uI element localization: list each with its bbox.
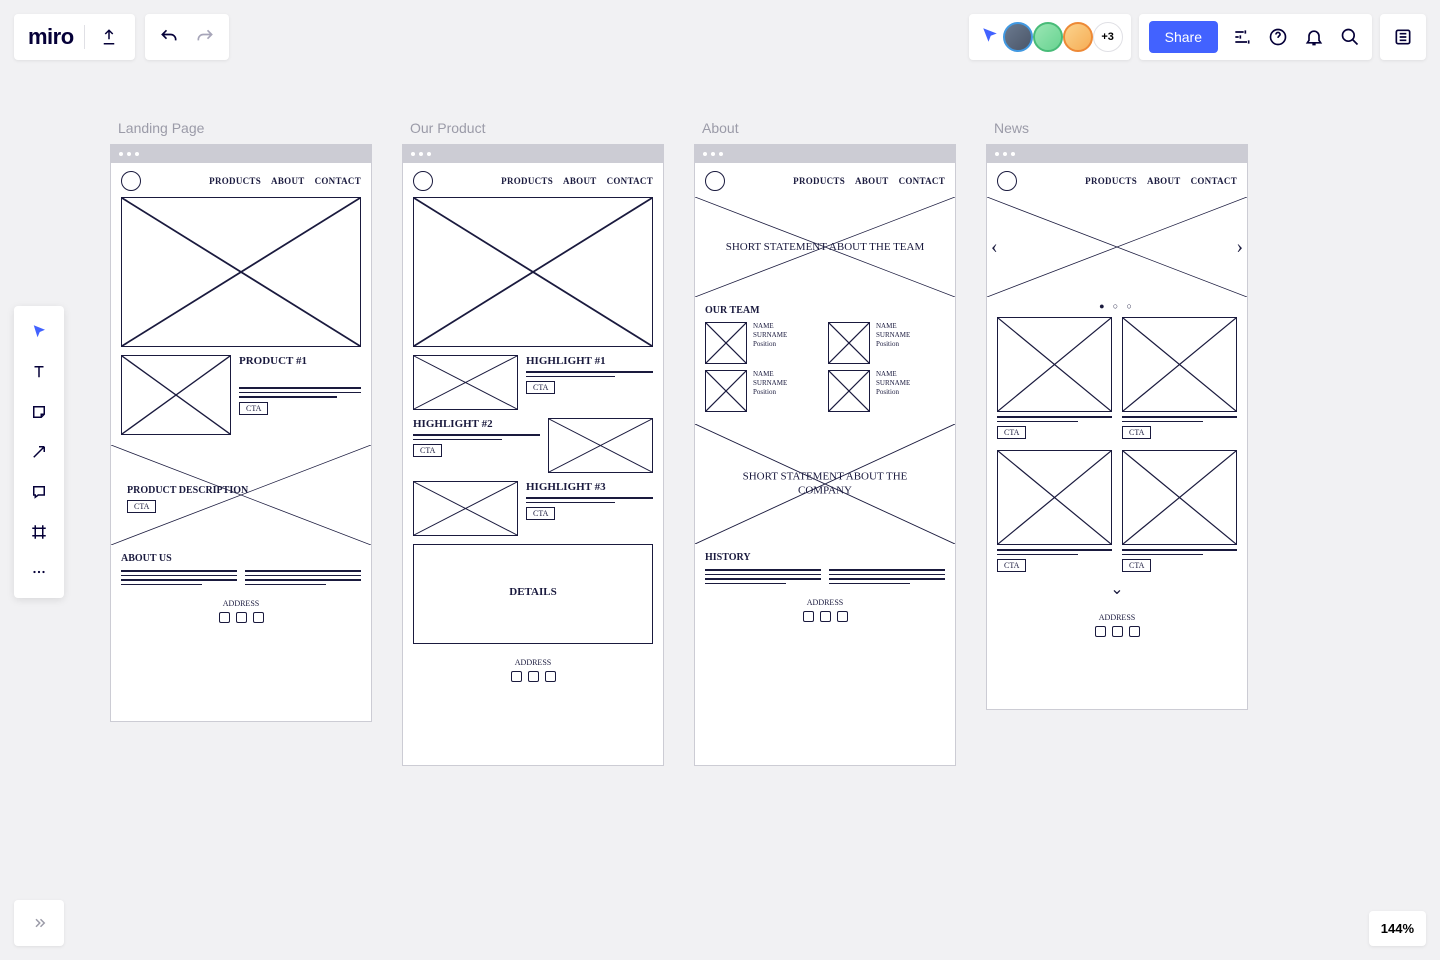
- undo-icon[interactable]: [159, 27, 179, 47]
- expand-toolbar-button[interactable]: [14, 900, 64, 946]
- text-tool[interactable]: [14, 352, 64, 392]
- frame-tool[interactable]: [14, 512, 64, 552]
- frame-about[interactable]: PRODUCTSABOUTCONTACT SHORT STATEMENT ABO…: [694, 144, 956, 766]
- notifications-icon[interactable]: [1302, 25, 1326, 49]
- frame-landing[interactable]: PRODUCTSABOUTCONTACT PRODUCT #1 CTA PROD…: [110, 144, 372, 722]
- zoom-level[interactable]: 144%: [1369, 911, 1426, 946]
- share-button[interactable]: Share: [1149, 21, 1218, 53]
- frame-label[interactable]: Our Product: [402, 120, 664, 136]
- share-box: Share: [1139, 14, 1372, 60]
- redo-icon[interactable]: [195, 27, 215, 47]
- avatar[interactable]: [1063, 22, 1093, 52]
- comment-tool[interactable]: [14, 472, 64, 512]
- more-tools[interactable]: [14, 552, 64, 592]
- frame-titlebar: [111, 145, 371, 163]
- search-icon[interactable]: [1338, 25, 1362, 49]
- logo-box: miro: [14, 14, 135, 60]
- collaborators-box: +3: [969, 14, 1131, 60]
- canvas[interactable]: Landing Page PRODUCTSABOUTCONTACT PRODUC…: [110, 120, 1360, 766]
- arrow-tool[interactable]: [14, 432, 64, 472]
- avatar-more-count[interactable]: +3: [1093, 22, 1123, 52]
- frame-label[interactable]: News: [986, 120, 1248, 136]
- frame-titlebar: [987, 145, 1247, 163]
- help-icon[interactable]: [1266, 25, 1290, 49]
- sticky-note-tool[interactable]: [14, 392, 64, 432]
- undo-redo-box: [145, 14, 229, 60]
- cursor-follow-icon[interactable]: [981, 26, 999, 49]
- frame-label[interactable]: Landing Page: [110, 120, 372, 136]
- divider: [84, 25, 85, 49]
- frame-product[interactable]: PRODUCTSABOUTCONTACT HIGHLIGHT #1 CTA HI…: [402, 144, 664, 766]
- frame-news[interactable]: PRODUCTSABOUTCONTACT ‹ › ● ○ ○ CTA: [986, 144, 1248, 710]
- avatar[interactable]: [1033, 22, 1063, 52]
- left-toolbar: [14, 306, 64, 598]
- export-icon[interactable]: [97, 25, 121, 49]
- avatar[interactable]: [1003, 22, 1033, 52]
- settings-icon[interactable]: [1230, 25, 1254, 49]
- panel-toggle-button[interactable]: [1380, 14, 1426, 60]
- frame-titlebar: [403, 145, 663, 163]
- select-tool[interactable]: [14, 312, 64, 352]
- app-logo[interactable]: miro: [28, 24, 74, 50]
- frame-titlebar: [695, 145, 955, 163]
- frame-label[interactable]: About: [694, 120, 956, 136]
